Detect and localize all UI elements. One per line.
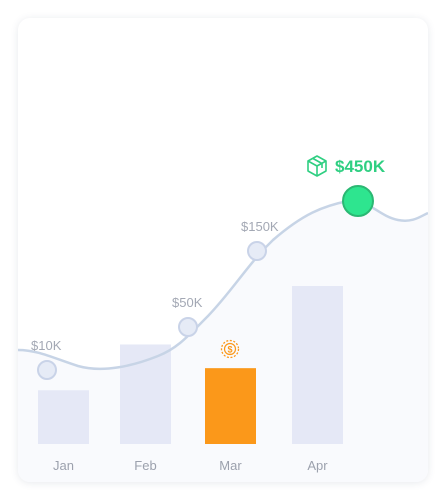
point-value-label: $10K [31, 338, 62, 353]
cube-icon [307, 155, 327, 177]
revenue-chart: $10K $50K $150K $450K $ Jan Feb Mar Apr [18, 155, 428, 482]
x-tick-label: Feb [134, 458, 156, 473]
x-tick-label: Apr [307, 458, 328, 473]
bar-mar[interactable] [205, 368, 256, 444]
line-point[interactable] [178, 317, 198, 337]
bar-apr[interactable] [292, 286, 343, 444]
chart-card: $10K $50K $150K $450K $ Jan Feb Mar Apr [18, 18, 428, 482]
peak-callout: $450K [307, 155, 386, 177]
bar-jan[interactable] [38, 390, 89, 444]
point-value-label: $150K [241, 219, 279, 234]
x-tick-label: Mar [219, 458, 242, 473]
peak-point[interactable] [342, 185, 374, 217]
x-tick-label: Jan [53, 458, 74, 473]
svg-text:$: $ [227, 345, 232, 355]
point-value-label: $50K [172, 295, 203, 310]
line-point[interactable] [247, 241, 267, 261]
peak-value-label: $450K [335, 157, 386, 176]
line-point[interactable] [37, 360, 57, 380]
